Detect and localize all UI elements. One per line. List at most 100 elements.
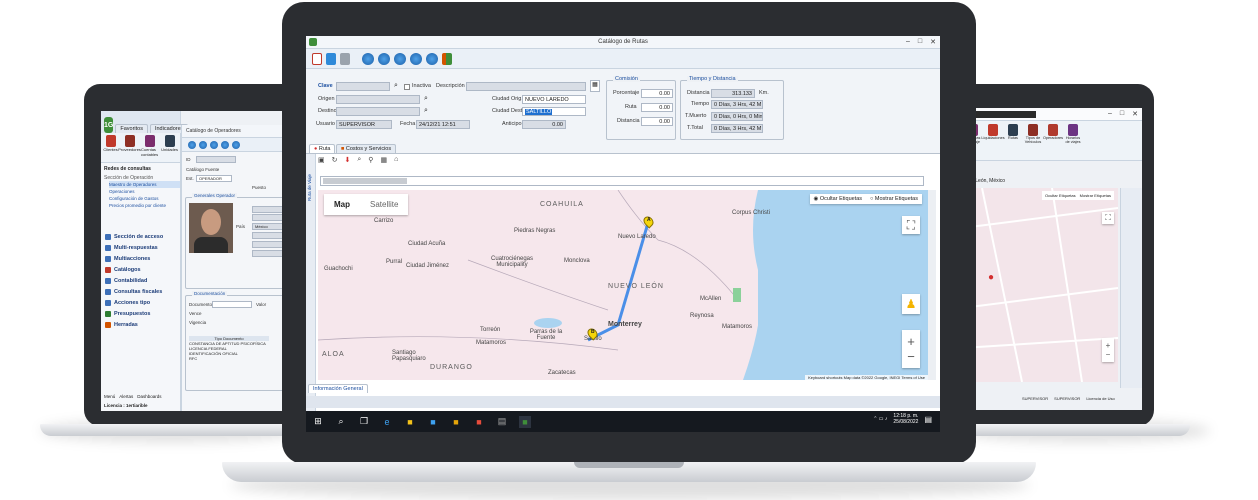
tree-item[interactable]: Operaciones — [109, 188, 180, 195]
location-pin-icon[interactable]: ● — [988, 272, 994, 283]
nav-icon[interactable] — [188, 140, 196, 149]
search-icon[interactable]: ⌕ — [357, 156, 361, 164]
task-view-icon[interactable]: ❐ — [358, 416, 370, 428]
origen-search-icon[interactable]: ⌕ — [424, 95, 428, 103]
bottom-tab[interactable]: Dashboards — [137, 394, 161, 399]
destino-search-icon[interactable]: ⌕ — [424, 107, 428, 115]
mostrar-option[interactable]: Mostrar Etiquetas — [1080, 193, 1111, 198]
right-map[interactable]: Ocultar Etiquetas Mostrar Etiquetas ● ⛶ +… — [962, 188, 1118, 382]
bottom-tab[interactable]: Alertas — [119, 394, 133, 399]
nav-icon[interactable] — [210, 140, 218, 149]
app-icon[interactable]: ■ — [473, 416, 485, 428]
menu-item[interactable]: Consultas fiscales — [101, 286, 180, 297]
side-tab-ruta-viaje[interactable]: Ruta de Viaje — [307, 174, 312, 201]
table-row[interactable]: RFC — [189, 356, 269, 361]
fecha-field[interactable]: 24/12/21 12:51 — [416, 120, 470, 129]
origen-field[interactable] — [336, 95, 420, 104]
porcentaje-field[interactable]: 0.00 — [641, 89, 673, 98]
refresh-icon[interactable]: ↻ — [332, 156, 338, 164]
menu-item[interactable]: Acciones tipo — [101, 297, 180, 308]
nav-icon[interactable] — [199, 140, 207, 149]
search-icon[interactable]: ⌕ — [335, 416, 347, 428]
ribbon-liquidaciones[interactable]: Liquidaciones — [981, 124, 1005, 157]
tag-icon[interactable]: ⌂ — [394, 156, 398, 164]
address-field[interactable] — [320, 176, 924, 186]
documento-field[interactable] — [212, 301, 252, 308]
trash-icon[interactable] — [340, 52, 350, 65]
next-record-icon[interactable] — [394, 52, 406, 65]
fullscreen-icon[interactable]: ⛶ — [1102, 212, 1114, 224]
menu-item[interactable]: Multiacciones — [101, 253, 180, 264]
ribbon-unidades[interactable]: Unidades — [161, 135, 178, 160]
tiempo-field[interactable]: 0 Días, 3 Hrs, 42 M — [711, 100, 763, 109]
right-label-toggle[interactable]: Ocultar Etiquetas Mostrar Etiquetas — [1041, 191, 1114, 200]
close-icon[interactable]: ✕ — [930, 38, 936, 46]
pin-icon[interactable]: ⚲ — [368, 156, 373, 164]
tab-costos[interactable]: ■ Costos y Servicios — [336, 144, 397, 153]
ciudad-orig-field[interactable]: NUEVO LAREDO — [522, 95, 586, 104]
tree-item[interactable]: Maestro de Operadores — [109, 181, 180, 188]
tab-informacion-general[interactable]: Información General — [308, 384, 368, 393]
map-scrollbar[interactable] — [928, 190, 936, 380]
book-icon[interactable] — [326, 52, 336, 65]
first-record-icon[interactable] — [362, 52, 374, 65]
t-distancia-field[interactable]: 313.133 — [711, 89, 755, 98]
satellite-button[interactable]: Satellite — [360, 194, 408, 215]
ribbon-vehiculos[interactable]: Tipos de Vehículos — [1025, 124, 1041, 157]
notes-icon[interactable]: ■ — [450, 416, 462, 428]
menu-item[interactable]: Presupuestos — [101, 308, 180, 319]
close-icon[interactable]: ✕ — [1132, 110, 1138, 118]
clock[interactable]: 12:18 p. m. 25/08/2022 — [893, 413, 918, 425]
menu-item[interactable]: Contabilidad — [101, 275, 180, 286]
folder-icon[interactable]: ■ — [404, 416, 416, 428]
erp-app-icon[interactable]: ■ — [519, 415, 531, 428]
printer-icon[interactable]: ▤ — [496, 416, 508, 428]
ribbon-horarios[interactable]: Horarios de viajes — [1065, 124, 1081, 157]
search-icon[interactable]: ⌕ — [394, 82, 398, 90]
distancia-field[interactable]: 0.00 — [641, 117, 673, 126]
mostrar-option[interactable]: ○ Mostrar Etiquetas — [870, 196, 918, 202]
maximize-icon[interactable]: □ — [1120, 110, 1124, 118]
usuario-field[interactable]: SUPERVISOR — [336, 120, 392, 129]
zoom-out-icon[interactable]: − — [907, 349, 915, 364]
inactiva-checkbox[interactable] — [404, 84, 410, 90]
menu-item[interactable]: Herradas — [101, 319, 180, 330]
ttotal-field[interactable]: 0 Días, 3 Hrs, 42 M — [711, 124, 763, 133]
marker-icon[interactable]: ⬇ — [345, 156, 351, 164]
tray-icons[interactable]: ⌃ ▭ ♪ — [873, 416, 887, 422]
edit-icon[interactable] — [312, 52, 322, 65]
bottom-tab[interactable]: Menú — [104, 394, 115, 399]
nav-icon[interactable] — [221, 140, 229, 149]
save-icon[interactable]: ▣ — [318, 156, 325, 164]
maximize-icon[interactable]: □ — [918, 38, 922, 46]
grid-icon[interactable]: ▦ — [380, 156, 387, 164]
edge-icon[interactable]: e — [381, 416, 393, 428]
ciudad-dest-field[interactable]: SALTILLO — [522, 107, 586, 116]
route-map[interactable]: Map Satellite ◉ Ocultar Etiquetas ○ Most… — [318, 190, 928, 380]
ocultar-option[interactable]: Ocultar Etiquetas — [1045, 193, 1076, 198]
ribbon-proveedores[interactable]: Proveedores — [118, 135, 141, 160]
zoom-in-icon[interactable]: + — [907, 334, 915, 349]
menu-item[interactable]: Catálogos — [101, 264, 180, 275]
tree-item[interactable]: Precios promedio por cliente — [109, 202, 180, 209]
previous-record-icon[interactable] — [378, 52, 390, 65]
fullscreen-icon[interactable]: ⛶ — [902, 216, 920, 234]
ribbon-operadores[interactable]: Operadores — [1043, 124, 1063, 157]
tab-ruta[interactable]: ● Ruta — [309, 144, 336, 153]
descripcion-field[interactable] — [466, 82, 586, 91]
windows-start-icon[interactable]: ⊞ — [312, 416, 324, 428]
menu-item[interactable]: Multi-respuestas — [101, 242, 180, 253]
map-button[interactable]: Map — [324, 194, 360, 215]
store-icon[interactable]: ■ — [427, 416, 439, 428]
destino-field[interactable] — [336, 107, 420, 116]
zoom-controls[interactable]: + − — [1102, 338, 1114, 362]
calculator-icon[interactable]: ▦ — [590, 80, 600, 92]
minimize-icon[interactable]: – — [906, 38, 910, 46]
anticipo-field[interactable]: 0.00 — [522, 120, 566, 129]
est-field[interactable]: OPERADOR — [196, 175, 232, 182]
pegman-icon[interactable]: ♟ — [902, 294, 920, 314]
ruta-field[interactable]: 0.00 — [641, 103, 673, 112]
notifications-icon[interactable]: ▤ — [924, 415, 932, 424]
clave-field[interactable] — [336, 82, 390, 91]
ribbon-clientes[interactable]: Clientes — [103, 135, 118, 160]
